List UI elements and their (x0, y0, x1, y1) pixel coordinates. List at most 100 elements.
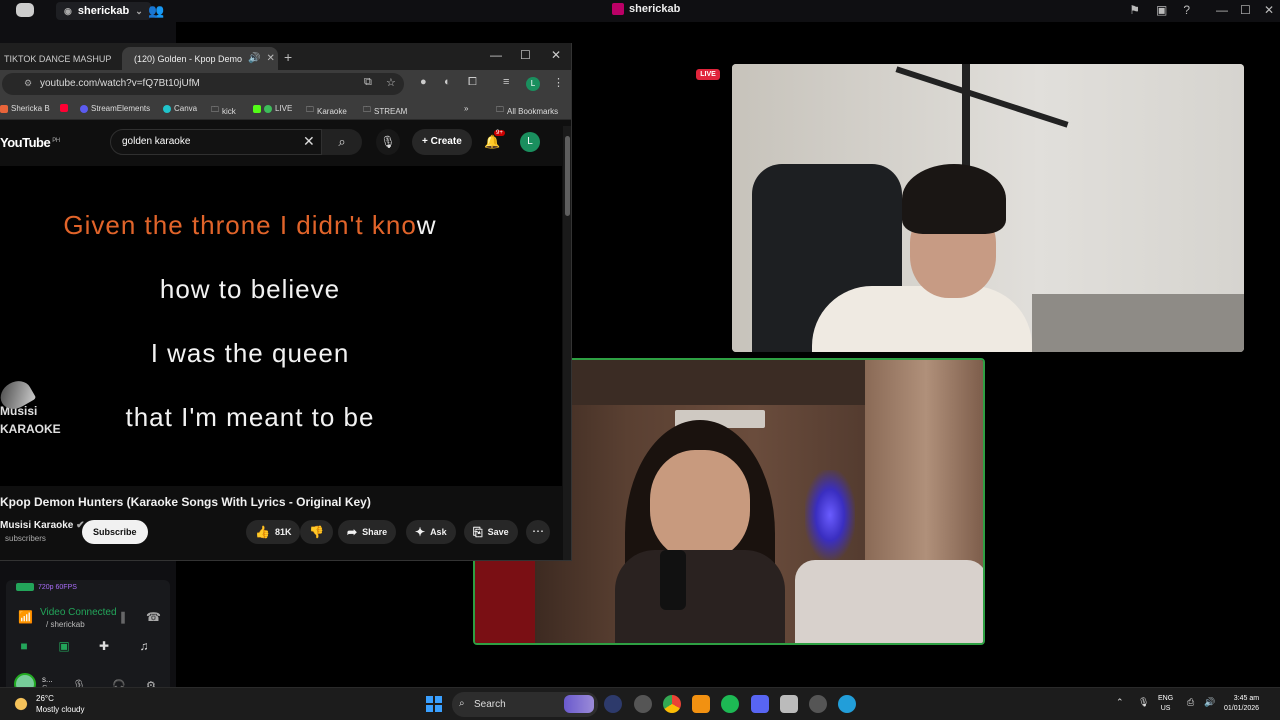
app-icon[interactable] (634, 695, 652, 713)
noise-suppression-icon[interactable]: ∥ (120, 610, 126, 624)
temperature: 26°C (36, 694, 54, 703)
lyric-unsung: I was the queen (150, 338, 350, 368)
voice-status[interactable]: Video Connected (40, 607, 117, 618)
lang-code: ENG (1158, 695, 1174, 702)
chevron-down-icon: ⌄ (135, 6, 143, 16)
maximize-button[interactable]: ☐ (520, 48, 531, 62)
purple-light (805, 470, 855, 560)
extension-icon[interactable]: ◐ (444, 76, 451, 88)
bookmark-item[interactable]: Shericka B (0, 104, 50, 113)
disconnect-icon[interactable]: ☎ (146, 610, 161, 624)
discord-title-bar: ◉ sherickab ⌄ 👥 sherickab ⚑ ▣ ? — ☐ ✕ (0, 0, 1280, 22)
bookmark-item[interactable]: StreamElements (80, 104, 150, 113)
save-button[interactable]: ⎘ Save (464, 520, 518, 544)
app-icon[interactable] (809, 695, 827, 713)
server-selector[interactable]: ◉ sherickab ⌄ (56, 2, 151, 20)
close-button[interactable]: ✕ (551, 48, 561, 62)
camera-button[interactable]: ■ (14, 638, 34, 654)
video-player[interactable]: Given the throne I didn't know how to be… (0, 166, 562, 486)
add-friend-icon[interactable]: 👥 (148, 3, 164, 19)
clock[interactable]: 3:45 am 01/01/2026 (1224, 694, 1259, 714)
activities-button[interactable]: ✚ (94, 638, 114, 654)
more-actions-icon[interactable]: ⋯ (526, 520, 550, 544)
install-app-icon[interactable]: ⧉ (364, 76, 372, 89)
tray-overflow-icon[interactable]: ⌃ (1116, 697, 1124, 708)
microphone-tray-icon[interactable]: 🎙 (1138, 697, 1149, 708)
app-icon[interactable] (780, 695, 798, 713)
region-code: PH (52, 137, 60, 144)
search-input[interactable]: golden karaoke (110, 129, 322, 155)
bed (1032, 294, 1244, 352)
media-control-icon[interactable]: ≡ (503, 76, 509, 88)
bookmark-star-icon[interactable]: ☆ (386, 76, 396, 89)
site-info-icon[interactable]: ⚙ (24, 78, 32, 89)
stream-tile-webcam-1[interactable] (732, 64, 1244, 352)
create-button[interactable]: + Create (412, 129, 472, 155)
bookmark-item[interactable] (60, 104, 68, 112)
app-icon[interactable] (692, 695, 710, 713)
volume-icon[interactable]: 🔊 (1204, 697, 1215, 708)
like-button[interactable]: 👍 81K (246, 520, 301, 544)
toolbar: youtube.com/watch?v=fQ7Bt10jUfM ⚙ (0, 70, 571, 98)
search-button[interactable]: ⌕ (322, 129, 362, 155)
close-tab-icon[interactable]: ✕ (117, 53, 118, 64)
dislike-button[interactable]: 👎 (300, 520, 333, 544)
scrollbar-thumb[interactable] (565, 136, 570, 216)
telegram-icon[interactable] (838, 695, 856, 713)
minimize-button[interactable]: — (490, 48, 502, 62)
maximize-button[interactable]: ☐ (1240, 3, 1251, 17)
new-tab-button[interactable]: + (284, 49, 292, 65)
lyric-line: I was the queen (0, 338, 500, 369)
help-icon[interactable]: ? (1183, 3, 1190, 17)
soundboard-button[interactable]: ♫ (134, 638, 154, 654)
clear-search-icon[interactable]: ✕ (303, 133, 315, 150)
account-avatar[interactable]: L (520, 132, 540, 152)
spotify-icon[interactable] (721, 695, 739, 713)
voice-search-icon[interactable]: 🎙 (376, 129, 400, 155)
extension-icon[interactable]: ● (420, 76, 427, 88)
profile-avatar[interactable]: L (526, 77, 540, 91)
bookmark-item[interactable]: LIVE (253, 104, 292, 113)
bookmark-folder[interactable]: 🗀 Karaoke (306, 104, 347, 118)
language-indicator[interactable]: ENG US (1158, 694, 1173, 714)
close-tab-icon[interactable]: ✕ (267, 53, 275, 64)
youtube-logo[interactable]: YouTube PH (0, 135, 60, 150)
inbox-icon[interactable]: ▣ (1156, 3, 1167, 17)
tab-youtube[interactable]: (120) Golden - Kpop Demo 🔊 ✕ (122, 47, 278, 70)
screen-share-button[interactable]: ▣ (54, 638, 74, 654)
windows-logo-icon (426, 705, 433, 712)
more-bookmarks-button[interactable]: » (464, 104, 468, 113)
call-title: sherickab (612, 3, 680, 15)
windows-logo-icon (435, 696, 442, 703)
bookmark-item[interactable]: Canva (163, 104, 197, 113)
start-button[interactable] (426, 696, 442, 712)
weather-desc: Mostly cloudy (36, 705, 85, 714)
discord-icon[interactable] (751, 695, 769, 713)
menu-kebab-icon[interactable]: ⋮ (553, 76, 564, 89)
all-bookmarks-button[interactable]: 🗀 All Bookmarks (496, 104, 558, 118)
tab-tiktok[interactable]: TIKTOK DANCE MASHUP ✕ (0, 47, 118, 70)
bookmark-favicon-icon (0, 104, 8, 113)
minimize-button[interactable]: — (1216, 3, 1228, 17)
bookmark-folder[interactable]: 🗀 kick (211, 104, 236, 118)
kick-icon (253, 104, 261, 113)
address-bar[interactable]: youtube.com/watch?v=fQ7Bt10jUfM (2, 73, 404, 95)
youtube-favicon-icon (60, 104, 68, 112)
close-button[interactable]: ✕ (1264, 3, 1274, 17)
weather-widget[interactable]: 26°C Mostly cloudy (12, 693, 84, 715)
share-button[interactable]: ➦ Share (338, 520, 397, 544)
flag-icon[interactable]: ⚑ (1129, 3, 1140, 17)
speaker-icon[interactable]: 🔊 (248, 53, 260, 64)
app-icon[interactable] (604, 695, 622, 713)
bookmark-folder[interactable]: 🗀 STREAM (363, 104, 407, 118)
chrome-window: TIKTOK DANCE MASHUP ✕ (120) Golden - Kpo… (0, 43, 572, 561)
voice-channel-name[interactable]: / sherickab (46, 620, 85, 629)
subscribe-button[interactable]: Subscribe (82, 520, 148, 544)
network-icon[interactable]: ⎙ (1187, 697, 1194, 708)
chrome-icon[interactable] (663, 695, 681, 713)
notifications-bell-icon[interactable]: 🔔 (484, 134, 500, 150)
discord-logo-icon[interactable] (16, 3, 34, 17)
extensions-puzzle-icon[interactable]: ⧠ (468, 76, 477, 89)
channel-name[interactable]: Musisi Karaoke ✔ (0, 520, 85, 531)
ask-button[interactable]: ✦ Ask (406, 520, 456, 544)
